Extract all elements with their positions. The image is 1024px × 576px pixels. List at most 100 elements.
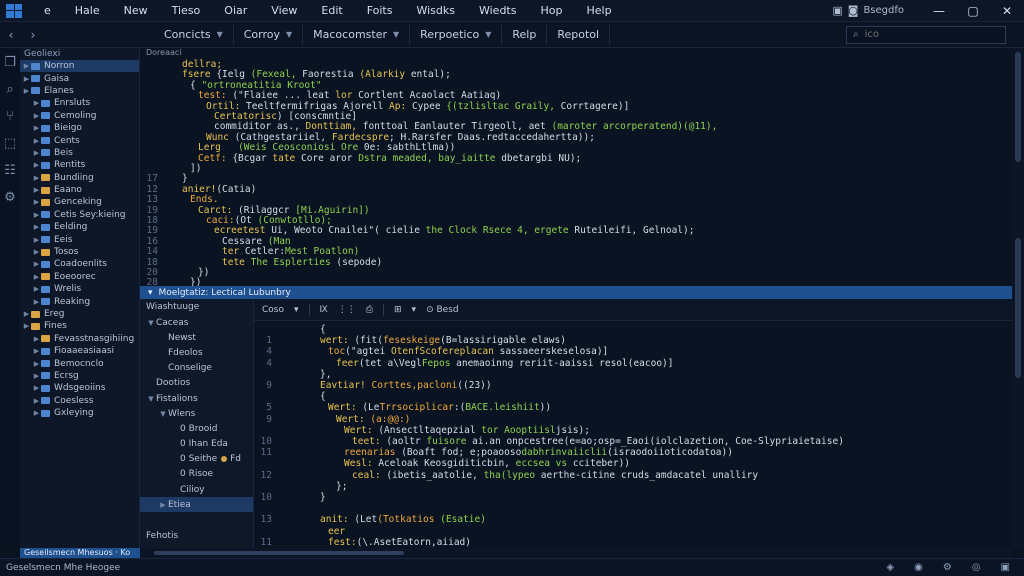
- menu-item[interactable]: Wiedts: [467, 4, 529, 17]
- tree-item[interactable]: ▶ Genceking: [20, 196, 139, 208]
- menu-item[interactable]: Tieso: [160, 4, 213, 17]
- tab[interactable]: Concicts ▼: [154, 24, 234, 45]
- outline-footer[interactable]: Fehotis: [146, 531, 178, 541]
- tree-item[interactable]: ▶ Reaking: [20, 295, 139, 307]
- editor-toolbar-item[interactable]: ⊞: [394, 305, 402, 315]
- editor-toolbar-item[interactable]: Ⅸ: [320, 305, 328, 315]
- forward-arrow-icon[interactable]: ›: [22, 28, 44, 42]
- editor-toolbar-item[interactable]: Coso: [262, 305, 284, 315]
- menu-item[interactable]: Edit: [309, 4, 354, 17]
- outline-item[interactable]: ▼ Wlens: [140, 406, 253, 421]
- status-icon[interactable]: ◉: [914, 562, 923, 573]
- tree-item[interactable]: ▶ Beis: [20, 147, 139, 159]
- outline-item[interactable]: 0 Brooid: [140, 421, 253, 436]
- account-icon[interactable]: ◙: [848, 4, 859, 17]
- tree-item[interactable]: ▶ Wdsgeoiins: [20, 382, 139, 394]
- accounts-icon[interactable]: ⚙: [4, 191, 16, 204]
- menu-item[interactable]: Wisdks: [404, 4, 467, 17]
- tab-label: Corroy: [243, 28, 280, 41]
- outline-item[interactable]: 0 Risoe: [140, 467, 253, 482]
- editor-top[interactable]: Doreaaci dellra; fsere {Ielg (Fexeal, Fao…: [140, 48, 1012, 286]
- horizontal-scrollbar[interactable]: [140, 548, 1012, 558]
- tree-item[interactable]: ▶ Cents: [20, 134, 139, 146]
- tree-item[interactable]: ▶ Elanes: [20, 85, 139, 97]
- editor-toolbar-item[interactable]: ⊙ Besd: [426, 305, 459, 315]
- outline-item[interactable]: 0 Ihan Eda: [140, 437, 253, 452]
- breadcrumb[interactable]: Doreaaci: [146, 48, 182, 57]
- menu-item[interactable]: Help: [574, 4, 623, 17]
- outline-item[interactable]: Fdeolos: [140, 345, 253, 360]
- tree-item[interactable]: ▶ Gxleying: [20, 407, 139, 419]
- tree-item[interactable]: ▶ Bieigo: [20, 122, 139, 134]
- files-icon[interactable]: ❐: [4, 56, 16, 69]
- close-button[interactable]: ✕: [990, 4, 1024, 18]
- outline-item[interactable]: 0 Seithe Fd: [140, 452, 253, 467]
- maximize-button[interactable]: ▢: [956, 4, 990, 18]
- status-icon[interactable]: ◎: [972, 562, 981, 573]
- outline-item[interactable]: Cilioy: [140, 482, 253, 497]
- menu-item[interactable]: Oiar: [212, 4, 259, 17]
- debug-icon[interactable]: ⬚: [4, 137, 16, 150]
- back-arrow-icon[interactable]: ‹: [0, 28, 22, 42]
- tab[interactable]: Relp: [502, 24, 548, 45]
- tree-item[interactable]: ▶ Wrelis: [20, 283, 139, 295]
- tree-item[interactable]: ▶ Cemoling: [20, 110, 139, 122]
- tree-item[interactable]: ▶ Fioaaeasiaasi: [20, 345, 139, 357]
- tab[interactable]: Corroy ▼: [234, 24, 304, 45]
- outline-item[interactable]: Conselige: [140, 361, 253, 376]
- menu-item[interactable]: View: [259, 4, 309, 17]
- tree-item[interactable]: ▶ Eelding: [20, 221, 139, 233]
- tree-item[interactable]: ▶ Fines: [20, 320, 139, 332]
- tree-item[interactable]: ▶ Eoeoorec: [20, 271, 139, 283]
- tab[interactable]: Rerpoetico ▼: [410, 24, 503, 45]
- outline-item[interactable]: Newst: [140, 330, 253, 345]
- scroll-thumb-top[interactable]: [1015, 52, 1021, 162]
- tree-item[interactable]: ▶ Norron: [20, 60, 139, 73]
- outline-item[interactable]: ▼ Caceas: [140, 315, 253, 330]
- editor-toolbar-item[interactable]: ⎙: [366, 305, 373, 315]
- status-icon[interactable]: ⚙: [943, 562, 952, 573]
- tree-item[interactable]: ▶ Bemocnclo: [20, 357, 139, 369]
- tree-item[interactable]: ▶ Rentits: [20, 159, 139, 171]
- menu-item[interactable]: New: [112, 4, 160, 17]
- menu-item[interactable]: e: [32, 4, 63, 17]
- editor-toolbar-item[interactable]: ▾: [294, 305, 299, 315]
- editor-bottom[interactable]: {1 wert: (fit(feseskeige(B=lassirigable e…: [254, 321, 1012, 548]
- tree-item[interactable]: ▶ Enrsluts: [20, 97, 139, 109]
- menu-item[interactable]: Foits: [355, 4, 405, 17]
- tree-item[interactable]: ▶ Fevasstnasgihiing: [20, 333, 139, 345]
- scroll-thumb-bottom[interactable]: [1015, 238, 1021, 378]
- notification-icon[interactable]: ▣: [832, 4, 842, 17]
- tree-item[interactable]: ▶ Coadoenlits: [20, 258, 139, 270]
- extensions-icon[interactable]: ☷: [4, 164, 16, 177]
- minimize-button[interactable]: —: [922, 4, 956, 18]
- editor-toolbar-item[interactable]: ⋮⋮: [338, 305, 356, 315]
- tree-item[interactable]: ▶ Eeis: [20, 233, 139, 245]
- tree-item[interactable]: ▶ Coesless: [20, 395, 139, 407]
- source-control-icon[interactable]: ⑂: [6, 110, 14, 123]
- tree-item[interactable]: ▶ Gaisa: [20, 72, 139, 84]
- tree-item[interactable]: ▶ Tosos: [20, 246, 139, 258]
- status-icon[interactable]: ◈: [886, 562, 894, 573]
- tree-item[interactable]: ▶ Ecrsg: [20, 370, 139, 382]
- status-icon[interactable]: ▣: [1001, 562, 1010, 573]
- vertical-scrollbar[interactable]: [1012, 48, 1024, 548]
- search-box[interactable]: ⌕: [846, 25, 1006, 44]
- outline-item[interactable]: Dootios: [140, 376, 253, 391]
- editor-toolbar-item[interactable]: ▾: [412, 305, 417, 315]
- menu-item[interactable]: Hale: [63, 4, 112, 17]
- chevron-down-icon[interactable]: ▾: [148, 288, 153, 298]
- tree-item[interactable]: ▶ Cetis Sey:kieing: [20, 209, 139, 221]
- tab[interactable]: Macocomster ▼: [303, 24, 411, 45]
- tree-item[interactable]: ▶ Bundiing: [20, 172, 139, 184]
- hscroll-thumb[interactable]: [154, 551, 404, 555]
- tree-item-label: Gaisa: [44, 73, 70, 84]
- tree-item[interactable]: ▶ Eaano: [20, 184, 139, 196]
- menu-item[interactable]: Hop: [528, 4, 574, 17]
- search-panel-icon[interactable]: ⌕: [6, 83, 13, 96]
- tab[interactable]: Repotol: [547, 24, 611, 45]
- search-input[interactable]: [864, 29, 985, 40]
- tree-item[interactable]: ▶ Ereg: [20, 308, 139, 320]
- outline-item[interactable]: ▼ Fistalions: [140, 391, 253, 406]
- outline-item[interactable]: ▶ Etiea: [140, 497, 253, 513]
